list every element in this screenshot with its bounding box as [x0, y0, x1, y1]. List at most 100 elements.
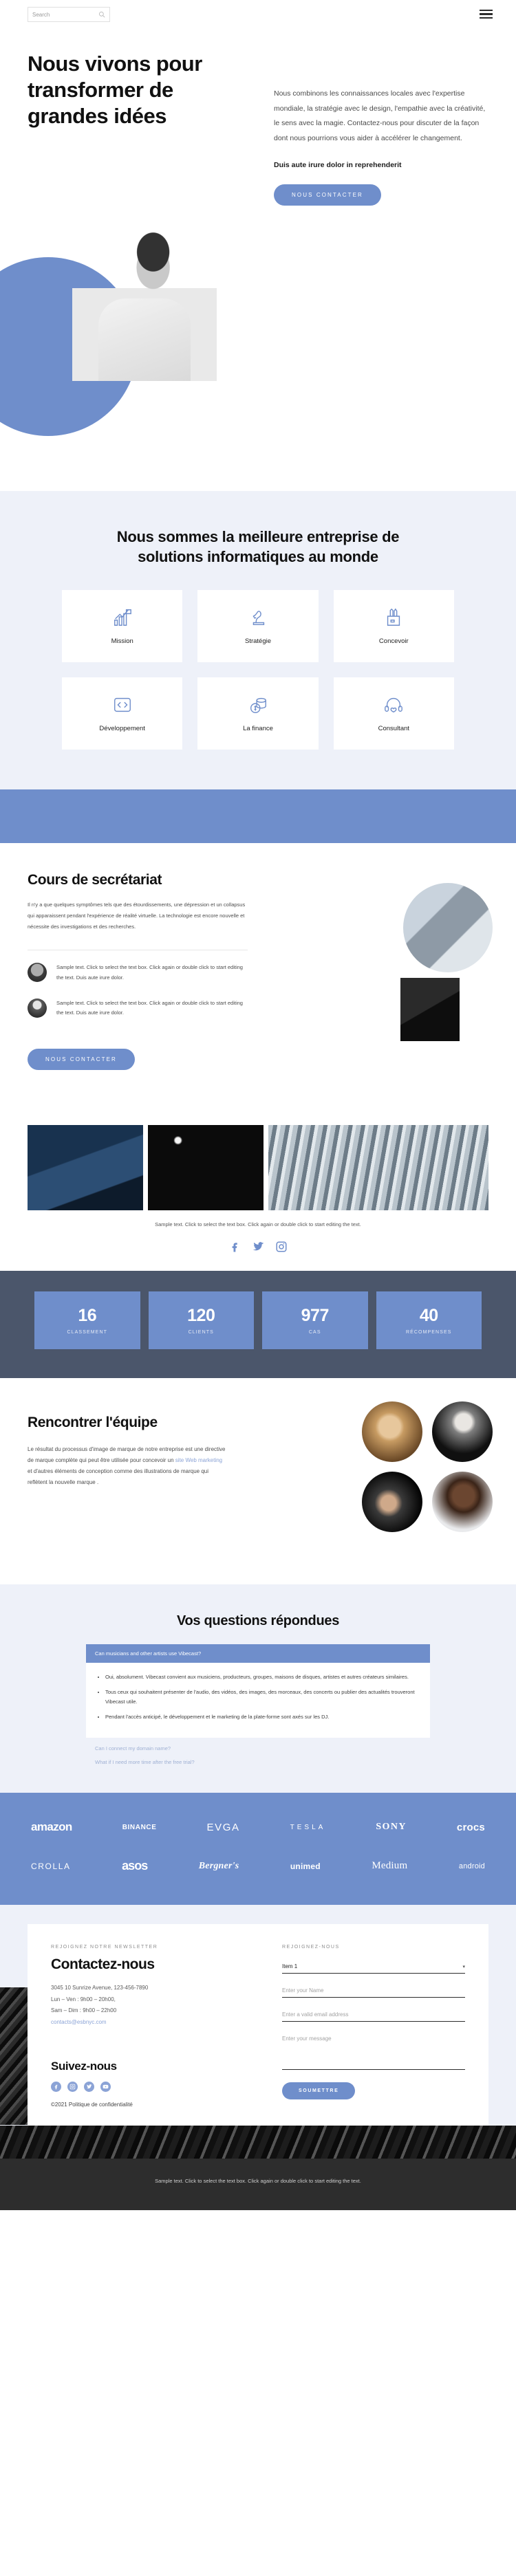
email-input[interactable] [282, 2011, 465, 2018]
brand-logo-tesla: TESLA [290, 1823, 326, 1831]
stats-section: 16 CLASSEMENT 120 CLIENTS 977 CAS 40 RÉC… [0, 1270, 516, 1378]
stat-number: 16 [78, 1305, 97, 1325]
team-member-photo[interactable] [362, 1471, 422, 1532]
stat-label: CAS [308, 1329, 321, 1335]
gallery-image[interactable] [28, 1125, 143, 1211]
faq-answer-item: Tous ceux qui souhaitent présenter de l'… [105, 1688, 420, 1707]
team-copy: Rencontrer l'équipe Le résultat du proce… [28, 1414, 227, 1488]
faq-answer-list: Oui, absolument. Vibecast convient aux m… [105, 1672, 420, 1723]
form-eyebrow: REJOIGNEZ-NOUS [282, 1945, 340, 1950]
service-card-consultant[interactable]: Consultant [333, 677, 454, 750]
stat-card: 40 RÉCOMPENSES [376, 1291, 482, 1349]
team-member-photo[interactable] [432, 1471, 493, 1532]
search-input[interactable]: Search [28, 7, 110, 22]
name-input[interactable] [282, 1987, 465, 1994]
brand-logo-binance: BINANCE [122, 1823, 157, 1831]
search-icon [99, 12, 105, 18]
secretariat-circle-photo [403, 883, 493, 973]
brand-logo-asos: asos [122, 1859, 148, 1873]
twitter-icon[interactable] [252, 1241, 264, 1253]
chevron-down-icon: ▾ [462, 1964, 465, 1969]
twitter-icon[interactable] [84, 2082, 94, 2092]
secretariat-section: Cours de secrétariat Il n'y a que quelqu… [0, 843, 516, 1119]
service-card-finance[interactable]: La finance [197, 677, 319, 750]
site-header: Search [0, 0, 516, 37]
faq-question-closed[interactable]: Can I connect my domain name? [86, 1738, 430, 1751]
stat-label: CLASSEMENT [67, 1329, 107, 1335]
faq-title: Vos questions répondues [176, 1613, 340, 1628]
pencil-cup-icon [387, 608, 400, 626]
footer-social-links [51, 2082, 257, 2092]
facebook-icon[interactable] [228, 1241, 241, 1253]
team-member-photo[interactable] [432, 1401, 493, 1462]
hours-line: Sam – Dim : 9h00 – 22h00 [51, 2007, 117, 2014]
instagram-icon[interactable] [67, 2082, 78, 2092]
chess-knight-icon [252, 611, 265, 626]
growth-chart-flag-icon [114, 609, 131, 626]
search-placeholder: Search [32, 11, 50, 18]
gallery-image[interactable] [268, 1125, 488, 1211]
follow-us-title: Suivez-nous [51, 2060, 117, 2073]
services-section: Nous sommes la meilleure entreprise de s… [0, 491, 516, 790]
brand-logo-medium: Medium [372, 1860, 408, 1872]
gallery-social-links [0, 1241, 516, 1253]
stat-card: 120 CLIENTS [148, 1291, 254, 1349]
email-field-wrap[interactable] [282, 2007, 465, 2022]
team-member-photo[interactable] [362, 1401, 422, 1462]
burger-line [480, 17, 493, 19]
services-title: Nous sommes la meilleure entreprise de s… [116, 528, 400, 566]
avatar [28, 998, 47, 1018]
service-card-concevoir[interactable]: Concevoir [333, 590, 454, 663]
contact-email-link[interactable]: contacts@esbnyc.com [51, 2017, 257, 2028]
page-root: Search Nous vivons pour transformer de g… [0, 0, 516, 2210]
address-line: 3045 10 Sunrize Avenue, 123-456-7890 [51, 1985, 149, 1991]
secretariat-paragraph: Il n'y a que quelques symptômes tels que… [28, 902, 246, 930]
hero-section: Nous vivons pour transformer de grandes … [0, 37, 516, 491]
marketing-site-link[interactable]: site Web marketing [175, 1457, 222, 1463]
youtube-icon[interactable] [100, 2082, 111, 2092]
faq-section: Vos questions répondues Can musicians an… [0, 1584, 516, 1793]
instagram-icon[interactable] [275, 1241, 288, 1253]
stat-number: 977 [301, 1305, 330, 1325]
burger-line [480, 10, 493, 12]
service-label: Consultant [378, 725, 410, 733]
brands-section: amazon BINANCE EVGA TESLA SONY crocs CRO… [0, 1793, 516, 1906]
name-field-wrap[interactable] [282, 1983, 465, 1998]
hero-bold-line: Duis aute irure dolor in reprehenderit [274, 161, 402, 170]
code-brackets-icon [114, 697, 131, 712]
hero-paragraph: Nous combinons les connaissances locales… [274, 89, 486, 142]
service-card-developpement[interactable]: Développement [62, 677, 183, 750]
facebook-icon[interactable] [51, 2082, 61, 2092]
gallery-row [28, 1125, 488, 1211]
subject-select[interactable]: Item 1 ▾ [282, 1959, 465, 1974]
service-card-strategie[interactable]: Stratégie [197, 590, 319, 663]
hamburger-menu-icon[interactable] [480, 10, 493, 21]
testimonial-text: Sample text. Click to select the text bo… [56, 999, 243, 1016]
testimonial-item: Sample text. Click to select the text bo… [28, 998, 248, 1018]
brand-row-1: amazon BINANCE EVGA TESLA SONY crocs [31, 1820, 485, 1834]
team-para-after: et d'autres éléments de conception comme… [28, 1468, 209, 1486]
message-input[interactable] [282, 2035, 465, 2042]
footer-banner-image [0, 2126, 516, 2159]
hero-contact-button[interactable]: NOUS CONTACTER [274, 184, 381, 206]
contact-address: 3045 10 Sunrize Avenue, 123-456-7890 Lun… [51, 1983, 257, 2028]
faq-answer-panel: Oui, absolument. Vibecast convient aux m… [86, 1662, 430, 1738]
faq-question-closed[interactable]: What if I need more time after the free … [86, 1751, 430, 1765]
stat-card: 977 CAS [262, 1291, 368, 1349]
team-avatars [362, 1401, 493, 1532]
brand-logo-crolla: CROLLA [31, 1861, 71, 1871]
service-card-mission[interactable]: Mission [62, 590, 183, 663]
gallery-caption: Sample text. Click to select the text bo… [155, 1221, 361, 1228]
copyright-text: ©2021 Politique de confidentialité [51, 2102, 133, 2108]
burger-line [480, 13, 493, 15]
brand-row-2: CROLLA asos Bergner's unimed Medium andr… [31, 1859, 485, 1873]
testimonial-item: Sample text. Click to select the text bo… [28, 963, 248, 983]
submit-button[interactable]: SOUMETTRE [282, 2082, 356, 2100]
service-label: Développement [99, 725, 145, 733]
message-field-wrap[interactable] [282, 2031, 465, 2071]
brand-logo-sony: SONY [376, 1822, 407, 1833]
footer-text: Sample text. Click to select the text bo… [155, 2178, 361, 2184]
gallery-image[interactable] [148, 1125, 264, 1211]
secretariat-contact-button[interactable]: NOUS CONTACTER [28, 1048, 135, 1070]
faq-question-open[interactable]: Can musicians and other artists use Vibe… [86, 1644, 430, 1663]
